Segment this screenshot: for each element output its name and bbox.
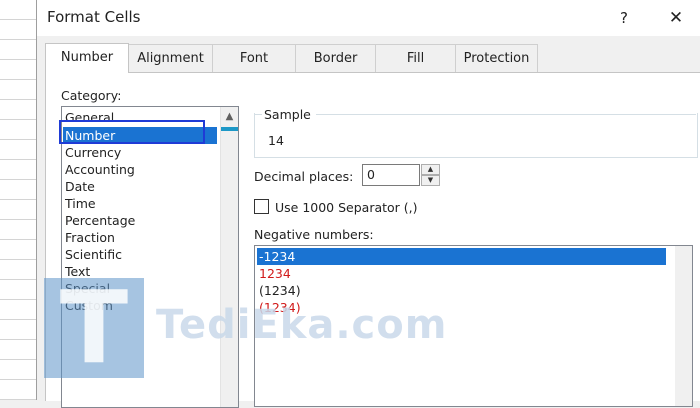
help-button[interactable]: ? [611, 6, 637, 30]
number-tab-panel: Category: General Number Currency Accoun… [45, 72, 700, 408]
category-item-currency[interactable]: Currency [65, 144, 121, 161]
category-list[interactable]: General Number Currency Accounting Date … [61, 106, 239, 408]
category-item-number[interactable]: Number [63, 127, 217, 144]
sample-group [254, 113, 698, 158]
thousand-separator-checkbox[interactable] [254, 199, 269, 214]
scroll-up-icon[interactable]: ▲ [221, 109, 238, 125]
dialog-title: Format Cells [47, 8, 141, 26]
sample-value: 14 [268, 133, 284, 148]
category-item-accounting[interactable]: Accounting [65, 161, 135, 178]
thousand-separator-label: Use 1000 Separator (,) [275, 200, 418, 215]
negative-numbers-label: Negative numbers: [254, 227, 374, 242]
category-item-general[interactable]: General [65, 109, 114, 126]
tab-strip: Number Alignment Font Border Fill Protec… [45, 43, 538, 73]
format-cells-dialog: Format Cells ? ✕ Number Alignment Font B… [37, 0, 700, 408]
title-bar: Format Cells ? ✕ [37, 0, 700, 36]
tab-protection[interactable]: Protection [455, 44, 538, 72]
category-item-date[interactable]: Date [65, 178, 95, 195]
negative-option-4[interactable]: (1234) [257, 299, 666, 316]
negative-option-2[interactable]: 1234 [257, 265, 666, 282]
category-label: Category: [61, 88, 122, 103]
tab-fill[interactable]: Fill [375, 44, 456, 72]
negative-option-3[interactable]: (1234) [257, 282, 666, 299]
sample-label: Sample [262, 107, 313, 122]
spin-down-icon[interactable]: ▼ [421, 175, 440, 186]
category-item-text[interactable]: Text [65, 263, 90, 280]
category-item-custom[interactable]: Custom [65, 297, 113, 314]
sample-border-right [316, 114, 696, 115]
spin-up-icon[interactable]: ▲ [421, 164, 440, 175]
negative-numbers-list[interactable]: -1234 1234 (1234) (1234) [254, 245, 693, 407]
tab-number[interactable]: Number [45, 43, 129, 73]
category-item-special[interactable]: Special [65, 280, 110, 297]
negative-option-1[interactable]: -1234 [257, 248, 666, 265]
tab-font[interactable]: Font [212, 44, 296, 72]
close-button[interactable]: ✕ [661, 6, 691, 30]
category-item-fraction[interactable]: Fraction [65, 229, 115, 246]
spreadsheet-strip [0, 0, 37, 400]
scroll-thumb[interactable] [221, 127, 238, 131]
decimal-places-label: Decimal places: [254, 169, 354, 184]
decimal-places-spinner: ▲ ▼ [421, 164, 441, 187]
tab-border[interactable]: Border [295, 44, 376, 72]
tab-alignment[interactable]: Alignment [128, 44, 213, 72]
category-scrollbar[interactable]: ▲ [220, 107, 238, 407]
category-item-scientific[interactable]: Scientific [65, 246, 122, 263]
negative-scrollbar[interactable] [675, 246, 692, 406]
category-item-percentage[interactable]: Percentage [65, 212, 135, 229]
decimal-places-input[interactable]: 0 [362, 164, 420, 186]
sample-border-left [254, 114, 262, 115]
category-item-time[interactable]: Time [65, 195, 96, 212]
